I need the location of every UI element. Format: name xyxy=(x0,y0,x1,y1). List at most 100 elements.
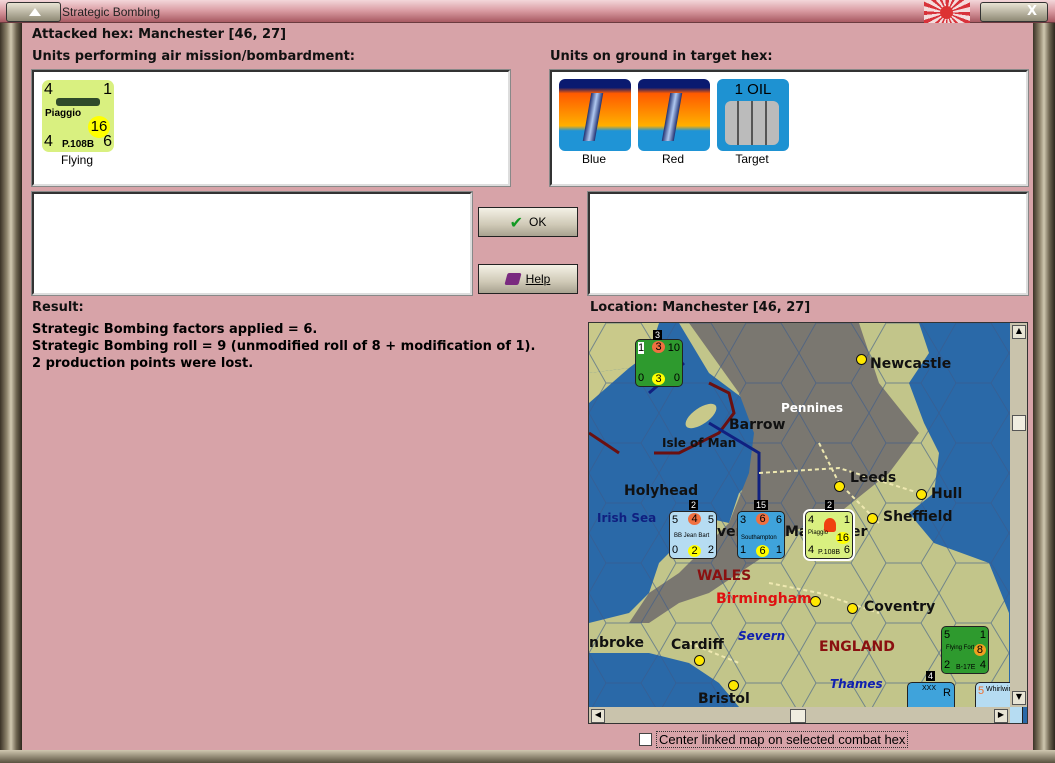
city-marker xyxy=(834,481,845,492)
unit-caption: Blue xyxy=(581,152,607,166)
map-label-wales: WALES xyxy=(697,568,752,584)
counter-stat: 0 xyxy=(672,544,679,556)
counter-stat: 3 xyxy=(652,373,665,385)
center-map-checkbox-label[interactable]: Center linked map on selected combat hex xyxy=(656,731,909,748)
counter-model: B-17E xyxy=(956,664,976,671)
window-title: Strategic Bombing xyxy=(62,5,161,19)
map-label-birmingham: Birmingham xyxy=(716,591,812,607)
scroll-down-button[interactable]: ▼ xyxy=(1012,691,1026,705)
counter-stat: 5 xyxy=(707,514,714,526)
scroll-up-button[interactable]: ▲ xyxy=(1012,325,1026,339)
unit-stat: 1 xyxy=(103,81,112,98)
counter-stat: 0 xyxy=(638,372,645,384)
counter-stat: 4 xyxy=(808,544,815,556)
ground-units-list: Blue Red 1 OIL Target xyxy=(549,69,1029,187)
counter-stat: 5 xyxy=(978,685,985,697)
close-button[interactable]: X xyxy=(980,2,1048,22)
map-label-severn: Severn xyxy=(738,629,786,643)
close-icon: X xyxy=(1027,4,1038,19)
map-label-england: ENGLAND xyxy=(819,639,895,655)
counter-stat: 1 xyxy=(843,514,850,526)
air-counter-piaggio[interactable]: 2 4 1 Piaggio 16 4 P.108B 6 xyxy=(803,500,855,561)
naval-counter[interactable]: 3 1 3 10 0 3 0 xyxy=(635,330,683,387)
counter-stat: 1 xyxy=(638,342,645,354)
result-line: Strategic Bombing factors applied = 6. xyxy=(32,322,318,337)
counter-stat: 2 xyxy=(944,659,951,671)
counter-stat: 6 xyxy=(843,544,850,556)
location-label: Location: Manchester [46, 27] xyxy=(590,300,811,315)
help-label: Help xyxy=(525,272,551,286)
unit-stat: 4 xyxy=(44,133,53,150)
naval-counter-southampton[interactable]: 15 3 6 6 Southampton 1 6 1 xyxy=(737,500,785,559)
right-frame xyxy=(1033,23,1055,763)
ok-label: OK xyxy=(529,215,547,229)
air-unit-piaggio[interactable]: 4 1 Piaggio 16 4 P.108B 6 Flying xyxy=(42,80,114,167)
map-label-irish-sea: Irish Sea xyxy=(597,511,657,525)
factory-icon xyxy=(661,93,683,141)
ground-units-label: Units on ground in target hex: xyxy=(550,49,773,64)
scroll-right-button[interactable]: ▶ xyxy=(994,709,1008,723)
city-marker xyxy=(728,680,739,691)
ground-unit-target[interactable]: 1 OIL Target xyxy=(717,79,789,166)
left-frame xyxy=(0,23,22,763)
oil-label: 1 OIL xyxy=(734,81,772,98)
unit-caption: Target xyxy=(735,152,769,166)
counter-stat: 5 xyxy=(944,629,951,641)
linked-map[interactable]: Newcastle Pennines Barrow Isle of Man Le… xyxy=(588,322,1028,724)
counter-stat: 3 xyxy=(740,514,747,526)
counter-name: Piaggio xyxy=(808,530,829,536)
vertical-scroll-thumb[interactable] xyxy=(1012,415,1026,431)
city-marker xyxy=(847,603,858,614)
horizontal-scroll-thumb[interactable] xyxy=(790,709,806,723)
attacked-hex-label: Attacked hex: Manchester [46, 27] xyxy=(32,27,287,42)
air-units-label: Units performing air mission/bombardment… xyxy=(32,49,356,64)
ground-unit-red[interactable]: Red xyxy=(638,79,710,166)
unit-stat: 4 xyxy=(44,81,53,98)
map-label-cardiff: Cardiff xyxy=(671,637,724,653)
counter-name: Whirlwin xyxy=(986,686,1013,693)
naval-counter-jean-bart[interactable]: 2 5 4 5 BB Jean Bart 0 2 2 xyxy=(669,500,717,559)
stack-count: 2 xyxy=(825,500,835,510)
checkmark-icon: ✔ xyxy=(509,212,524,232)
minimize-button[interactable] xyxy=(6,2,61,22)
counter-stat: 0 xyxy=(673,372,680,384)
city-marker xyxy=(694,655,705,666)
unit-status: Flying xyxy=(60,153,93,167)
oil-barrels-icon xyxy=(725,101,779,145)
ok-button[interactable]: ✔ OK xyxy=(478,207,578,237)
air-units-list: 4 1 Piaggio 16 4 P.108B 6 Flying xyxy=(31,69,511,187)
center-map-checkbox[interactable] xyxy=(639,733,652,746)
rising-sun-flag-icon xyxy=(924,0,970,23)
counter-stat: 5 xyxy=(672,514,679,526)
map-label-bristol: Bristol xyxy=(698,691,750,707)
city-marker xyxy=(916,489,927,500)
ground-unit-blue[interactable]: Blue xyxy=(559,79,631,166)
unit-name: Piaggio xyxy=(45,108,82,119)
result-label: Result: xyxy=(32,300,84,315)
vertical-scrollbar[interactable]: ▲ ▼ xyxy=(1010,323,1027,707)
factory-icon xyxy=(582,93,604,141)
counter-stat: 6 xyxy=(775,514,782,526)
counter-stat: 2 xyxy=(707,544,714,556)
help-book-icon xyxy=(504,273,522,285)
counter-range: 8 xyxy=(973,644,986,656)
counter-stat: 1 xyxy=(979,629,986,641)
counter-stat: 10 xyxy=(667,342,680,354)
counter-size: XXX xyxy=(922,685,937,692)
map-label-pennines: Pennines xyxy=(781,401,843,415)
map-label-hull: Hull xyxy=(931,486,963,502)
counter-stat: 4 xyxy=(688,513,701,525)
counter-stat: 1 xyxy=(740,544,747,556)
horizontal-scrollbar[interactable]: ◀ ▶ xyxy=(589,707,1010,723)
scroll-left-button[interactable]: ◀ xyxy=(591,709,605,723)
help-button[interactable]: Help xyxy=(478,264,578,294)
result-line: 2 production points were lost. xyxy=(32,356,254,371)
counter-range: 16 xyxy=(835,532,850,544)
map-label-coventry: Coventry xyxy=(864,599,936,615)
map-label-manchester-partial: er xyxy=(851,524,868,540)
air-counter-flying-fortress[interactable]: 5 1 Flying Fort 8 2 B-17E 4 xyxy=(941,626,989,674)
result-line: Strategic Bombing roll = 9 (unmodified r… xyxy=(32,339,536,354)
stack-count: 4 xyxy=(926,671,936,681)
counter-name: BB Jean Bart xyxy=(674,533,710,539)
counter-stat: 1 xyxy=(775,544,782,556)
